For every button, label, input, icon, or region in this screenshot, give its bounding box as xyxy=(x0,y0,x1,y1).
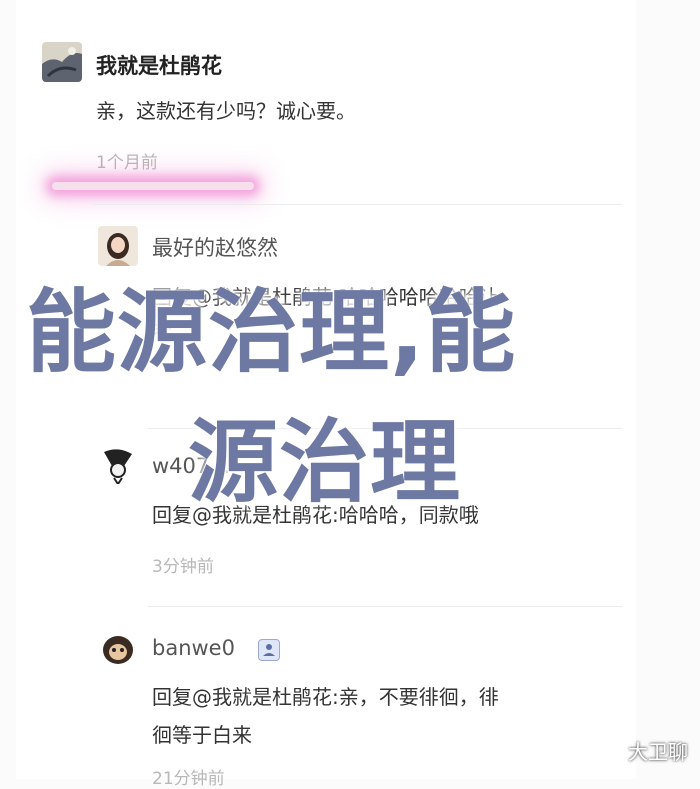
reply-username[interactable]: 最好的赵悠然 xyxy=(152,232,278,262)
comment-text: 亲，这款还有少吗？诚心要。 xyxy=(96,99,356,123)
divider xyxy=(92,204,622,205)
reply-username[interactable]: banwe0 xyxy=(152,636,235,660)
verified-badge-icon xyxy=(258,639,280,661)
avatar[interactable] xyxy=(98,628,138,668)
watermark: 大卫聊 xyxy=(628,740,688,764)
avatar-image-icon xyxy=(98,628,138,668)
divider xyxy=(148,606,622,607)
avatar[interactable] xyxy=(98,226,138,266)
reply-text-line1: 回复@我就是杜鹃花:亲，不要徘徊，徘 xyxy=(152,685,499,709)
reply-time: 21分钟前 xyxy=(152,769,225,789)
avatar-image-icon xyxy=(98,444,138,484)
avatar-image-icon xyxy=(98,226,138,266)
overlay-title-line1: 能源治理,能 xyxy=(26,280,517,385)
comment-time: 1个月前 xyxy=(96,153,158,173)
avatar-image-icon xyxy=(42,42,82,82)
avatar[interactable] xyxy=(98,444,138,484)
reply-text-line2: 徊等于白来 xyxy=(152,723,252,747)
comment-username[interactable]: 我就是杜鹃花 xyxy=(96,50,222,80)
overlay-title-line2: 源治理 xyxy=(188,410,461,515)
avatar[interactable] xyxy=(42,42,82,82)
highlight-stroke xyxy=(52,182,254,190)
reply-time: 3分钟前 xyxy=(152,557,214,577)
